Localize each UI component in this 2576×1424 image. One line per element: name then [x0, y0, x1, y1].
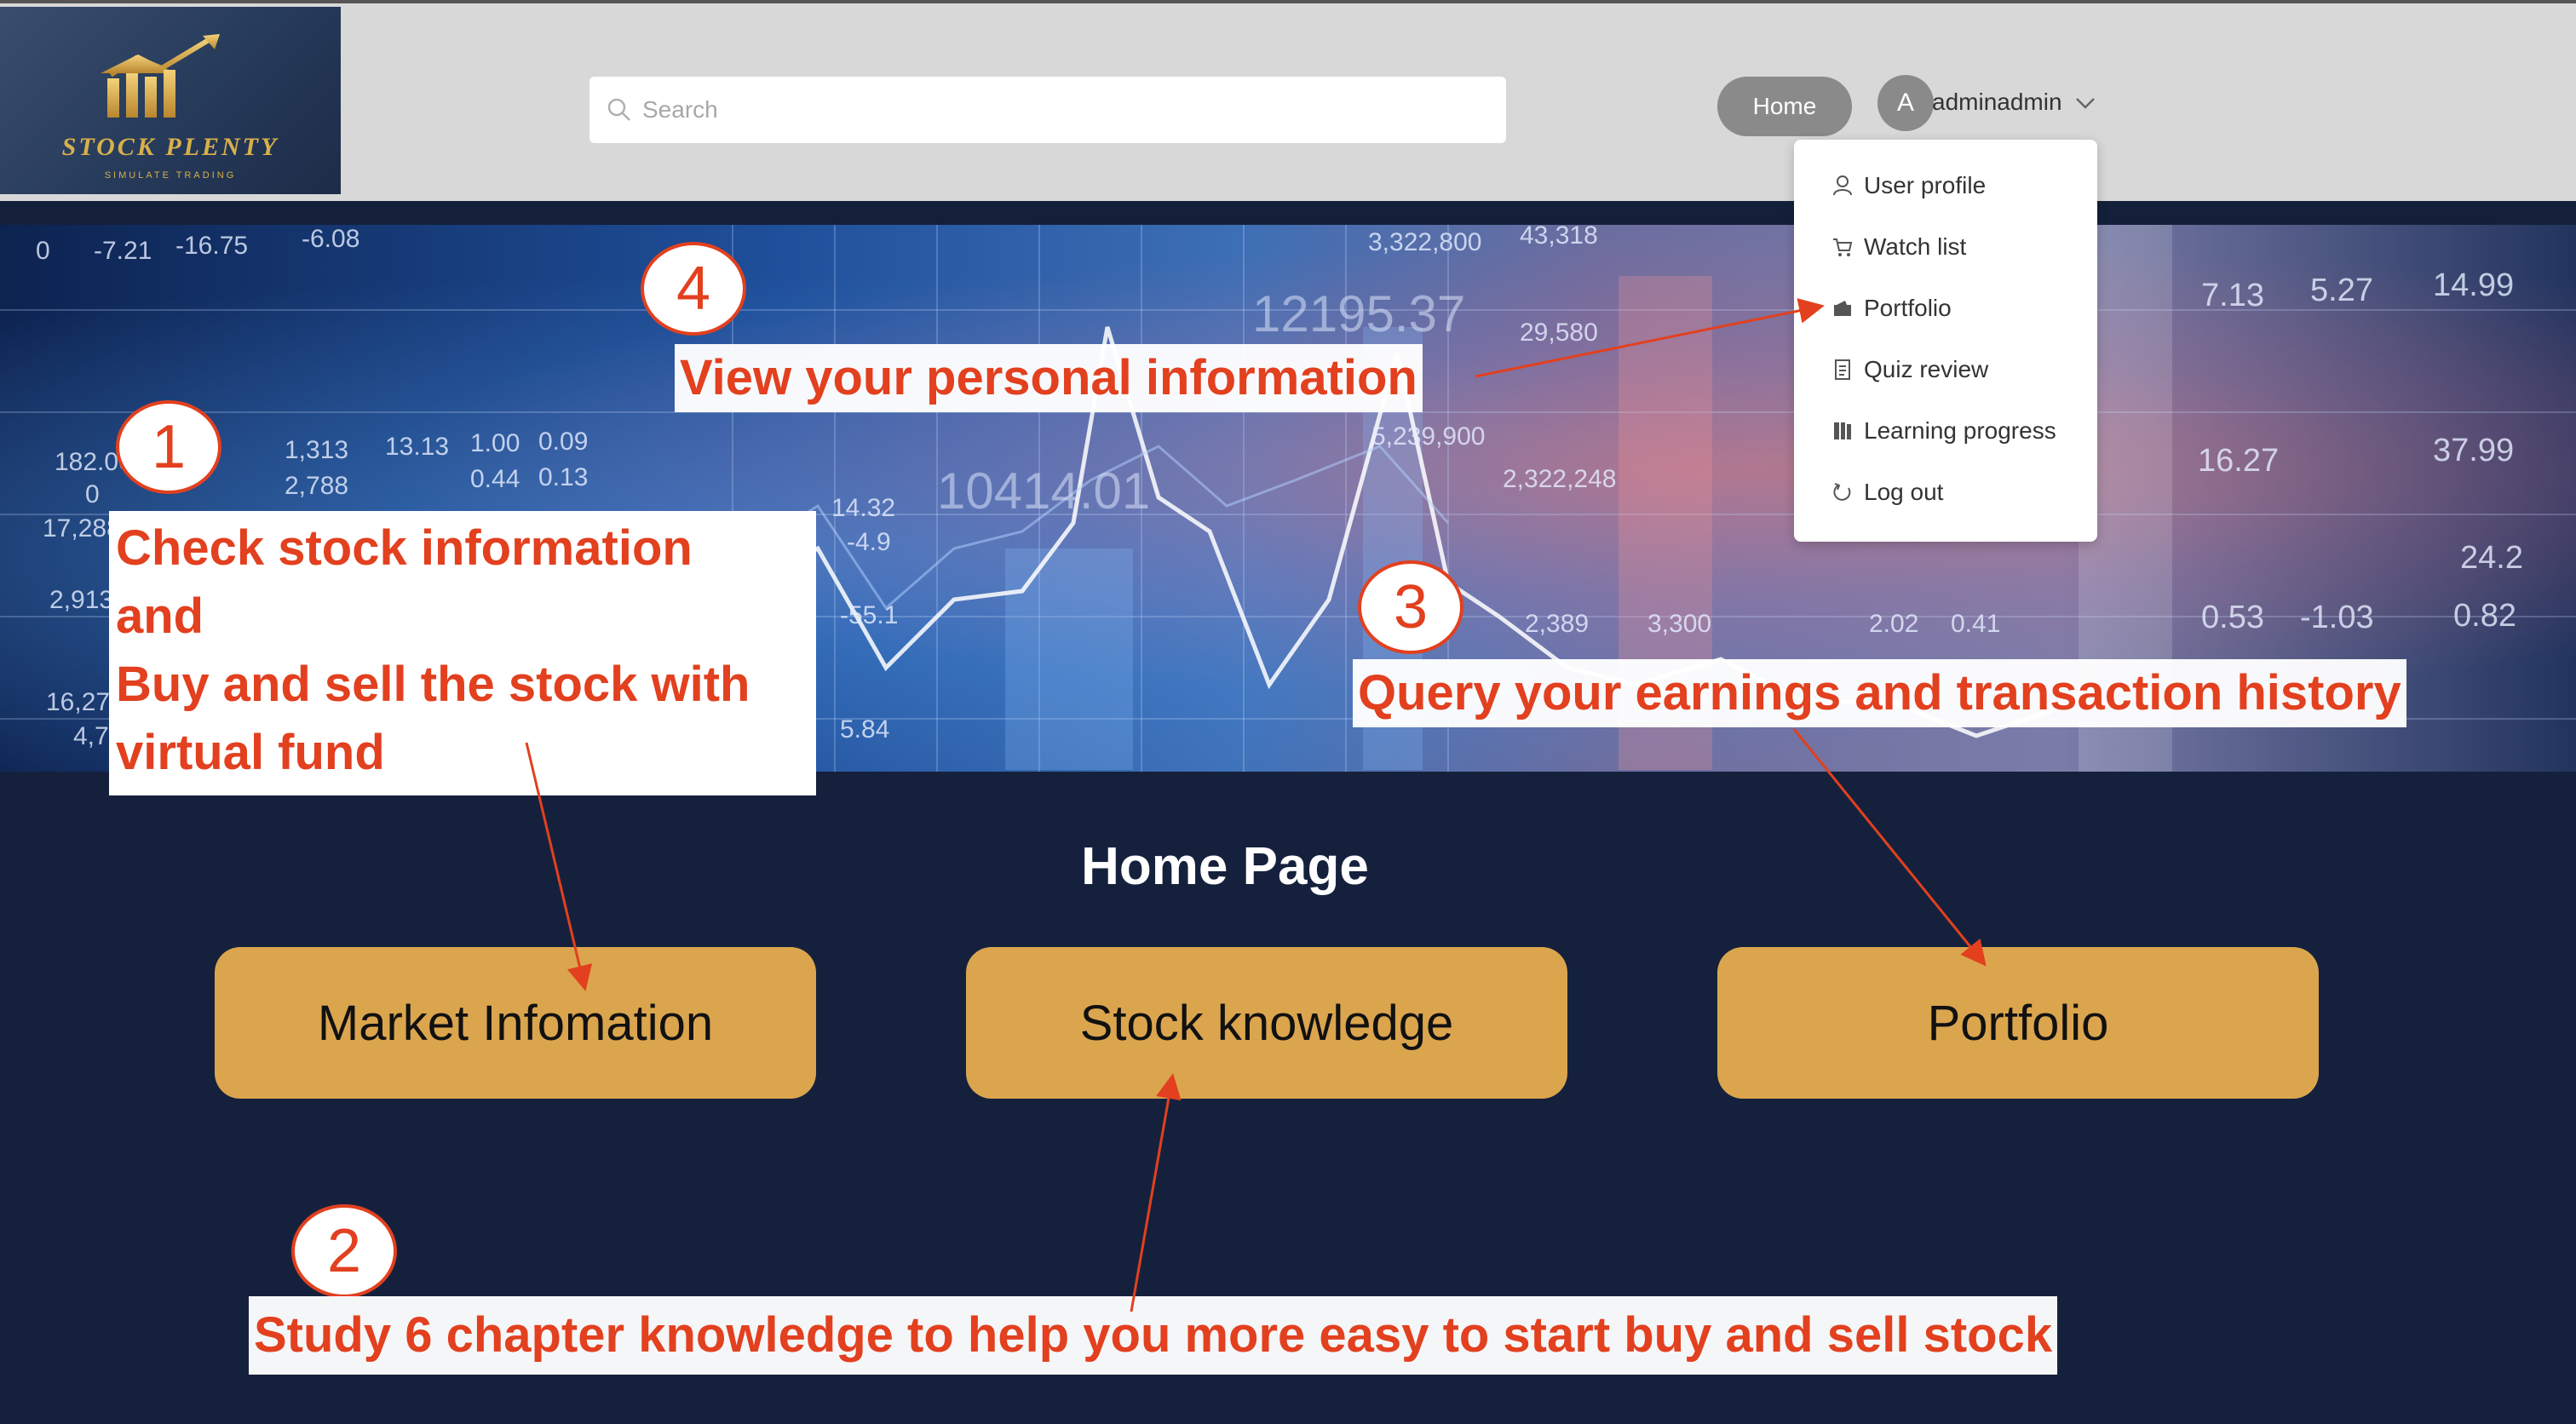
hero-number: 3,300 [1647, 610, 1712, 638]
hero-number: 2,913 [49, 586, 114, 614]
hero-number: 0 [36, 237, 50, 265]
cart-icon [1833, 238, 1853, 256]
hero-number: 1.00 [470, 429, 520, 457]
hero-number: 16.27 [2198, 443, 2280, 479]
hero-number: 7.13 [2201, 278, 2264, 313]
bar-chart-logo-icon [101, 34, 220, 118]
menu-item-portfolio[interactable]: Portfolio [1831, 283, 1952, 334]
hero-number: -16.75 [175, 232, 249, 260]
hero-number: 2,389 [1525, 610, 1590, 638]
hero-number: 5,239,900 [1371, 422, 1486, 451]
hero-number: 13.13 [385, 433, 450, 461]
step-1-marker: 1 [116, 400, 221, 494]
brand-logo[interactable]: STOCK PLENTY SIMULATE TRADING [0, 7, 341, 194]
search-box[interactable] [589, 77, 1506, 143]
menu-item-label: Learning progress [1864, 417, 2056, 444]
menu-item-log-out[interactable]: Log out [1831, 467, 1943, 518]
step-3-marker: 3 [1358, 560, 1463, 654]
step-4-label: View your personal information [675, 344, 1423, 412]
step-1-line: Buy and sell the stock with [116, 657, 750, 712]
hero-number: 0 [85, 480, 100, 508]
hero-number: 0.41 [1951, 610, 2001, 638]
hero-big-number: 10414.01 [937, 462, 1151, 520]
step-2-label: Study 6 chapter knowledge to help you mo… [249, 1296, 2058, 1375]
user-dropdown-menu: User profile Watch list Portfolio Quiz r… [1794, 140, 2097, 542]
menu-item-label: User profile [1864, 172, 1987, 198]
step-1-line: virtual fund [116, 725, 385, 780]
document-icon [1835, 359, 1850, 380]
username[interactable]: adminadmin [1932, 89, 2062, 116]
step-3-label: Query your earnings and transaction hist… [1353, 659, 2406, 727]
book-icon [1834, 422, 1851, 439]
hero-number: 37.99 [2433, 433, 2515, 468]
logo-subtitle: SIMULATE TRADING [104, 170, 237, 181]
user-icon [1833, 175, 1852, 196]
hero-number: 0.09 [538, 428, 589, 456]
hero-number: -6.08 [302, 225, 360, 253]
hero-number: 2,788 [285, 472, 349, 500]
menu-item-label: Log out [1864, 479, 1944, 505]
market-information-button[interactable]: Market Infomation [215, 947, 816, 1099]
hero-number: -55.1 [840, 601, 899, 629]
hero-number: -7.21 [94, 237, 152, 265]
hero-number: 0.53 [2201, 600, 2264, 635]
hero-number: 3,322,800 [1368, 228, 1482, 256]
hero-number: 2.02 [1869, 610, 1919, 638]
header-divider [0, 201, 2576, 225]
hero-number: 14.99 [2433, 267, 2515, 303]
menu-item-label: Portfolio [1864, 295, 1952, 321]
hero-number: 0.44 [470, 465, 520, 493]
hero-number: -4.9 [847, 528, 891, 556]
page-title: Home Page [1081, 837, 1369, 896]
hero-number: 0.82 [2453, 598, 2516, 634]
menu-item-learning-progress[interactable]: Learning progress [1831, 405, 2056, 456]
home-button[interactable]: Home [1717, 77, 1852, 136]
hero-number: 43,318 [1520, 225, 1598, 250]
menu-item-label: Quiz review [1864, 356, 1989, 382]
search-input[interactable] [641, 89, 1479, 131]
hero-number: 1,313 [285, 436, 349, 464]
top-header: STOCK PLENTY SIMULATE TRADING Home A adm… [0, 0, 2576, 201]
arrow-step-2 [1130, 1073, 1182, 1312]
menu-item-quiz-review[interactable]: Quiz review [1831, 344, 1988, 395]
menu-item-user-profile[interactable]: User profile [1831, 160, 1986, 211]
portfolio-button[interactable]: Portfolio [1717, 947, 2319, 1099]
avatar[interactable]: A [1877, 75, 1934, 131]
menu-item-label: Watch list [1864, 233, 1967, 260]
logo-title: STOCK PLENTY [61, 133, 279, 161]
hero-number: -1.03 [2300, 600, 2374, 635]
chevron-down-icon[interactable] [2075, 97, 2096, 109]
step-1-line: and [116, 589, 204, 644]
step-2-marker: 2 [291, 1204, 397, 1298]
menu-item-watch-list[interactable]: Watch list [1831, 221, 1966, 273]
hero-number: 24.2 [2460, 540, 2523, 576]
hero-number: 0.13 [538, 463, 589, 491]
step-4-marker: 4 [641, 242, 746, 336]
step-1-label: Check stock information and Buy and sell… [109, 511, 816, 795]
hero-number: 5.84 [840, 715, 890, 744]
hero-number: 5.27 [2310, 273, 2373, 308]
step-1-line: Check stock information [116, 520, 693, 576]
stock-knowledge-button[interactable]: Stock knowledge [966, 947, 1567, 1099]
logout-icon [1833, 483, 1851, 501]
hero-number: 2,322,248 [1503, 465, 1617, 493]
hero-number: 29,580 [1520, 319, 1598, 347]
hero-big-number: 12195.37 [1252, 285, 1466, 342]
search-icon [607, 98, 630, 121]
wallet-icon [1834, 301, 1851, 316]
hero-number: 14.32 [831, 494, 896, 522]
